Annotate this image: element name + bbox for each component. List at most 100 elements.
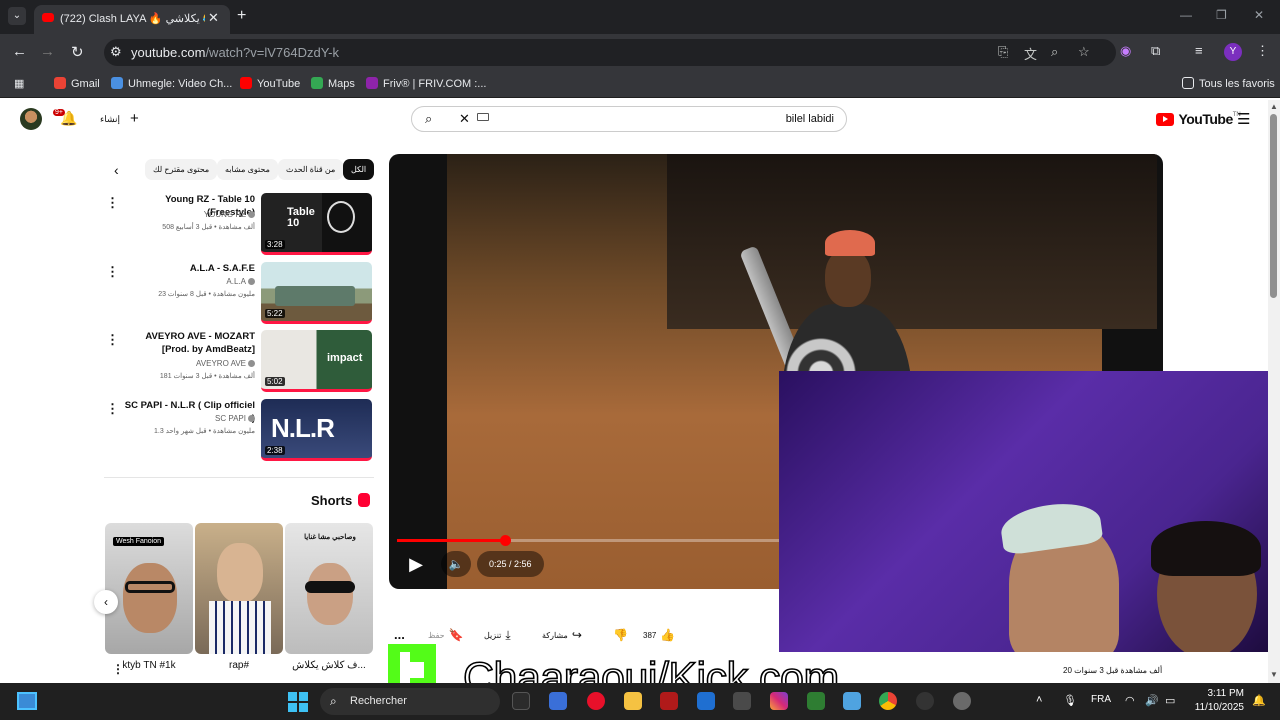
account-avatar[interactable]	[20, 108, 42, 130]
share-button[interactable]: مشاركة ↪	[542, 625, 582, 645]
create-button[interactable]: إنشاء +	[92, 109, 147, 129]
recommended-video[interactable]: ⋮ AVEYRO AVE - MOZART [Prod. by AmdBeatz…	[104, 330, 374, 394]
youtube-logo[interactable]: YouTubeTN	[1156, 111, 1241, 129]
folder-app-icon[interactable]	[624, 692, 642, 710]
tray-chevron-up-icon[interactable]: ˄	[1036, 694, 1042, 706]
new-tab-button[interactable]: +	[237, 7, 246, 25]
maximize-icon[interactable]: ❐	[1216, 8, 1227, 22]
bookmark-gmail[interactable]: Gmail	[54, 77, 100, 90]
minimize-icon[interactable]: —	[1180, 8, 1192, 22]
channel-name[interactable]: SC PAPI	[120, 414, 255, 423]
short-card[interactable]: Wesh Fanoion	[105, 523, 193, 654]
file-explorer-icon[interactable]	[549, 692, 567, 710]
address-bar[interactable]: ⚙ youtube.com/watch?v=lV764DzdY-k ⎘ 文 ⌕ …	[104, 39, 1116, 66]
recommended-video[interactable]: ⋮ A.L.A - S.A.F.E A.L.A 23 مليون مشاهدة …	[104, 262, 374, 326]
video-thumbnail[interactable]: 5:22	[261, 262, 372, 324]
obs-icon[interactable]	[916, 692, 934, 710]
translate-icon[interactable]: 文	[1024, 44, 1037, 63]
short-card[interactable]: وصاحبي مشا غنايا	[285, 523, 373, 654]
language-indicator[interactable]: FRA	[1091, 694, 1111, 705]
battery-icon[interactable]: ▭	[1165, 694, 1175, 707]
extensions-puzzle-icon[interactable]: ⧉	[1151, 43, 1160, 59]
taskbar-search[interactable]: ⌕ Rechercher	[320, 688, 500, 715]
page-scrollbar[interactable]: ▲ ▼	[1268, 100, 1280, 683]
more-options-icon[interactable]: ⋮	[106, 195, 119, 211]
browser-tab-active[interactable]: (722) Clash LAYA 🔥 يكلاشي 😂 ... ✕	[34, 5, 230, 34]
extension-u-icon[interactable]: ◉	[1120, 43, 1131, 59]
like-button[interactable]: 387 👍	[643, 625, 675, 645]
search-input[interactable]: ⌕ ✕ bilel labidi	[411, 106, 847, 132]
system-clock[interactable]: 3:11 PM 11/10/2025	[1194, 687, 1244, 715]
progress-scrubber[interactable]	[500, 535, 511, 546]
steam-icon[interactable]	[733, 692, 751, 710]
windows-start-icon[interactable]	[288, 692, 308, 712]
microphone-icon[interactable]: 🎙	[1063, 694, 1077, 707]
video-title[interactable]: A.L.A - S.A.F.E	[120, 262, 255, 275]
recommended-video[interactable]: ⋮ Young RZ - Table 10 (Freestyle) YOUNG …	[104, 193, 374, 257]
wifi-icon[interactable]: ◠	[1125, 694, 1135, 707]
tab-close-icon[interactable]: ✕	[208, 10, 219, 26]
speaker-icon[interactable]: 🔊	[1145, 694, 1159, 707]
media-controls-icon[interactable]: ≡	[1195, 43, 1203, 58]
chip-all[interactable]: الكل	[343, 159, 375, 180]
short-caption[interactable]: ف كلاش يكلاش...	[285, 660, 373, 671]
video-thumbnail[interactable]: impact 5:02	[261, 330, 372, 392]
video-thumbnail[interactable]: Table 10 3:28	[261, 193, 372, 255]
video-title[interactable]: AVEYRO AVE - MOZART [Prod. by AmdBeatz]	[120, 330, 255, 356]
bookmark-maps[interactable]: Maps	[311, 77, 355, 90]
more-options-icon[interactable]: ⋮	[106, 401, 119, 417]
site-info-icon[interactable]: ⚙	[110, 44, 122, 60]
volume-icon[interactable]: 🔈	[441, 551, 471, 577]
game-app-icon[interactable]	[660, 692, 678, 710]
play-button[interactable]: ▶	[399, 551, 433, 577]
recommended-video[interactable]: ⋮ SC PAPI - N.L.R ( Clip officiel ) SC P…	[104, 399, 374, 463]
clear-search-icon[interactable]: ✕	[459, 111, 470, 127]
hamburger-menu-icon[interactable]: ☰	[1237, 110, 1250, 128]
install-app-icon[interactable]: ⎘	[998, 44, 1008, 60]
scroll-up-icon[interactable]: ▲	[1270, 102, 1278, 111]
short-caption[interactable]: rap#	[195, 660, 283, 671]
reload-icon[interactable]: ↻	[71, 43, 84, 61]
shorts-prev-chevron-icon[interactable]: ‹	[94, 590, 118, 614]
window-close-icon[interactable]: ✕	[1254, 8, 1264, 22]
back-arrow-icon[interactable]: ←	[12, 43, 27, 60]
chip-from-channel[interactable]: من قناة الحدث	[278, 159, 344, 180]
xbox-icon[interactable]	[807, 692, 825, 710]
all-favorites[interactable]: Tous les favoris	[1182, 77, 1275, 90]
scrollbar-thumb[interactable]	[1270, 114, 1277, 298]
download-button[interactable]: تنزيل ⤓	[484, 625, 511, 645]
tab-search-button[interactable]: ⌄	[8, 7, 26, 25]
chip-recommended[interactable]: محتوى مقترح لك	[145, 159, 218, 180]
chip-related[interactable]: محتوى مشابه	[217, 159, 278, 180]
short-card[interactable]	[195, 523, 283, 654]
video-thumbnail[interactable]: N.L.R 2:38	[261, 399, 372, 461]
chrome-icon[interactable]	[879, 692, 897, 710]
bookmark-youtube[interactable]: YouTube	[240, 77, 300, 90]
search-icon[interactable]: ⌕	[425, 111, 432, 127]
notepad-icon[interactable]	[843, 692, 861, 710]
apps-grid-icon[interactable]: ▦	[14, 77, 24, 90]
dislike-button[interactable]: 👎	[609, 625, 628, 645]
channel-name[interactable]: A.L.A	[120, 277, 255, 286]
bookmark-uhmegle[interactable]: Uhmegle: Video Ch...	[111, 77, 232, 90]
more-options-icon[interactable]: ⋮	[106, 332, 119, 348]
more-actions-button[interactable]: ...	[394, 625, 405, 645]
profile-avatar[interactable]: Y	[1224, 43, 1242, 61]
instagram-icon[interactable]	[770, 692, 788, 710]
save-button[interactable]: حفظ 🔖	[428, 625, 464, 645]
zoom-icon[interactable]: ⌕	[1051, 44, 1058, 60]
task-view-icon[interactable]	[512, 692, 530, 710]
chrome-menu-icon[interactable]: ⋮	[1256, 43, 1269, 59]
channel-name[interactable]: YOUNG RZ	[120, 210, 255, 219]
widgets-icon[interactable]	[17, 692, 37, 710]
more-options-icon[interactable]: ⋮	[106, 264, 119, 280]
bookmark-friv[interactable]: Friv® | FRIV.COM :...	[366, 77, 486, 90]
more-options-icon[interactable]: ⋮	[112, 662, 124, 676]
chips-prev-chevron-icon[interactable]: ‹	[114, 162, 119, 178]
opera-icon[interactable]	[587, 692, 605, 710]
forward-arrow-icon[interactable]: →	[40, 43, 55, 60]
bookmark-star-icon[interactable]: ☆	[1078, 44, 1090, 60]
channel-name[interactable]: AVEYRO AVE	[120, 359, 255, 368]
settings-gear-icon[interactable]	[953, 692, 971, 710]
keyboard-icon[interactable]	[477, 113, 489, 121]
